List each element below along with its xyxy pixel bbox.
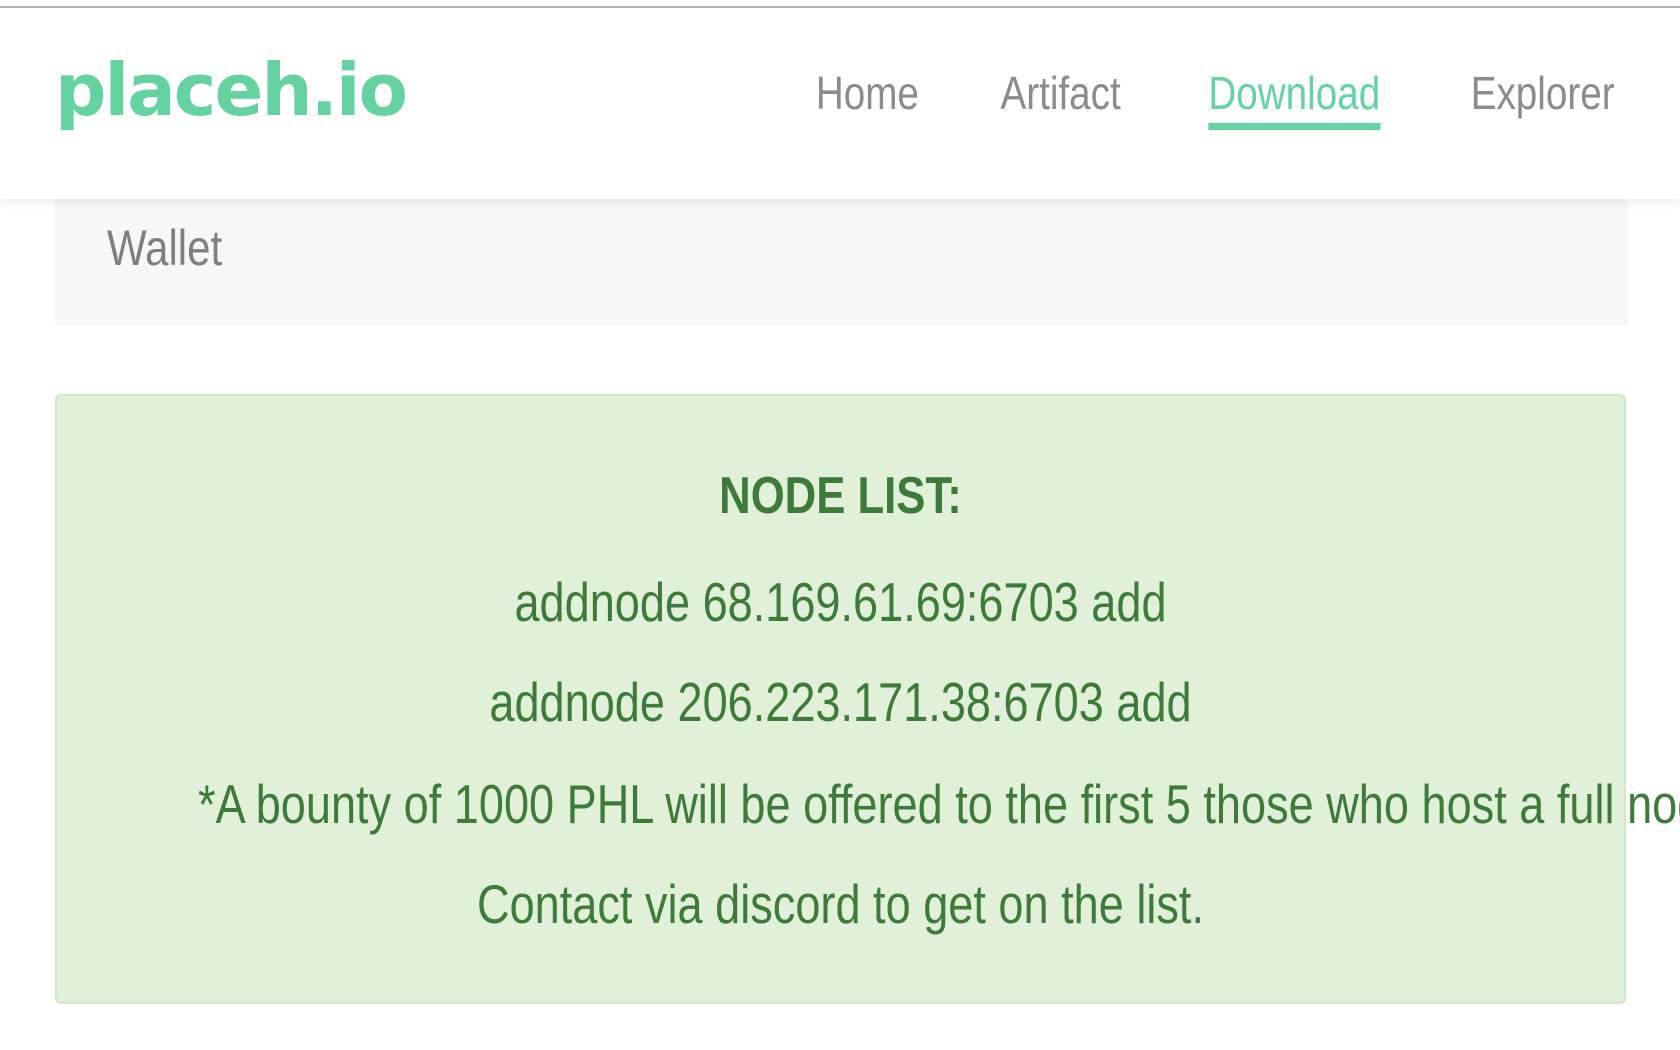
node-list-alert: NODE LIST: addnode 68.169.61.69:6703 add… [55,394,1680,1004]
node-list-title: NODE LIST: [719,467,962,525]
download-submenu: Wallet [55,199,1628,325]
node-entry: addnode 206.223.171.38:6703 add [489,671,1192,733]
page: placeh.io Home Artifact Download Explore… [0,0,1680,1050]
nav-artifact[interactable]: Artifact [1000,68,1120,123]
node-entry: addnode 68.169.61.69:6703 add [514,571,1167,633]
contact-notice: Contact via discord to get on the list. [476,873,1205,935]
nav-download[interactable]: Download [1208,68,1381,130]
brand-logo[interactable]: placeh.io [55,54,408,126]
submenu-item-wallet[interactable]: Wallet [107,221,222,276]
nav-home[interactable]: Home [816,68,919,123]
navbar: placeh.io Home Artifact Download Explore… [0,8,1680,199]
main-nav: Home Artifact Download Explorer [806,68,1628,130]
window-top-border [0,0,1680,8]
nav-explorer[interactable]: Explorer [1470,68,1614,123]
bounty-notice: *A bounty of 1000 PHL will be offered to… [198,773,1680,835]
